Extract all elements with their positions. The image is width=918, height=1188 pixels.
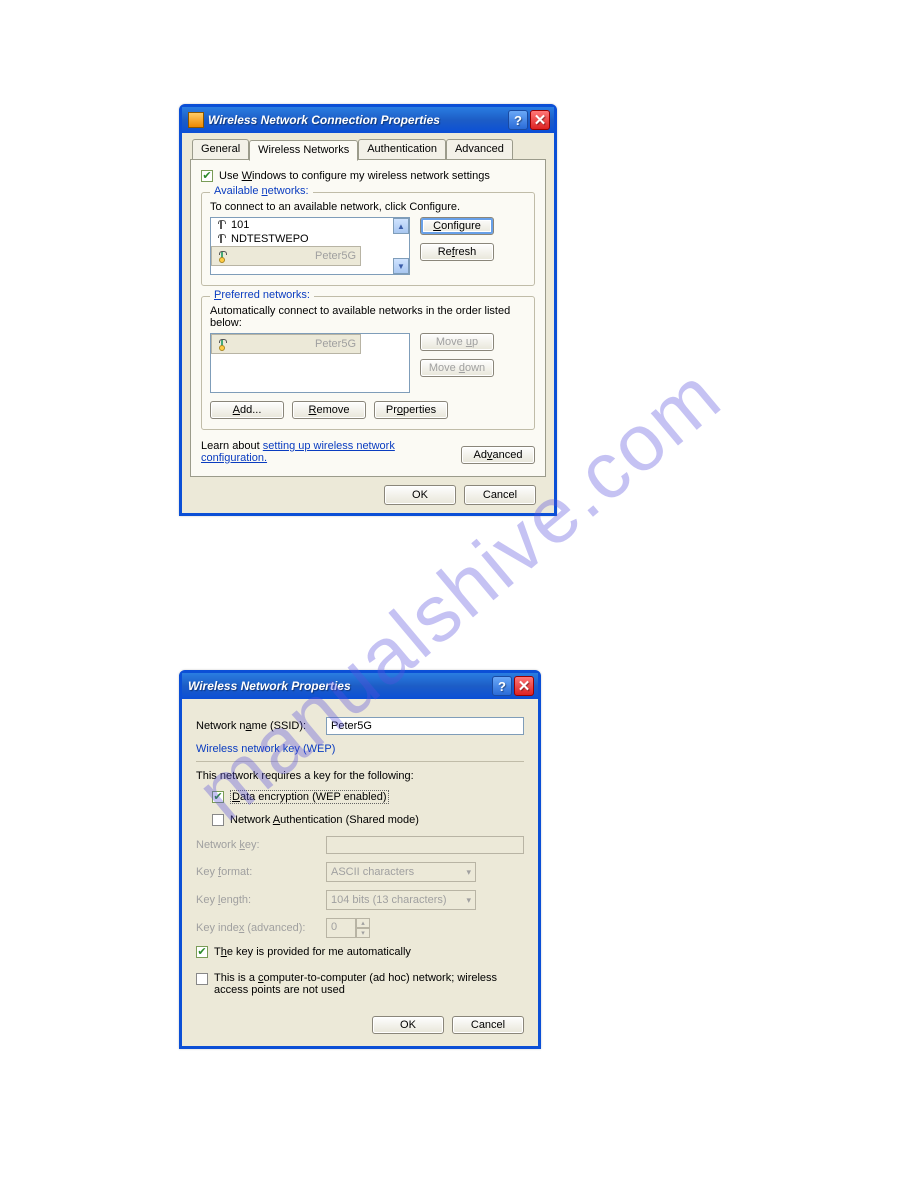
key-format-select: ASCII characters ▾ — [326, 862, 476, 882]
adhoc-checkbox[interactable]: ✔ — [196, 973, 208, 985]
advanced-button[interactable]: Advanced — [461, 446, 535, 464]
ok-button[interactable]: OK — [372, 1016, 444, 1034]
data-encryption-checkbox[interactable]: ✔ — [212, 791, 224, 803]
use-windows-checkbox[interactable]: ✔ — [201, 170, 213, 182]
remove-button[interactable]: Remove — [292, 401, 366, 419]
move-up-button[interactable]: Move up — [420, 333, 494, 351]
available-networks-list[interactable]: 101 NDTESTWEPO Peter5G ▲ ▼ — [210, 217, 410, 275]
ssid-label: Network name (SSID): — [196, 720, 326, 732]
data-encryption-label: Data encryption (WEP enabled) — [230, 790, 389, 804]
properties-button[interactable]: Properties — [374, 401, 448, 419]
network-auth-label: Network Authentication (Shared mode) — [230, 814, 419, 826]
wireless-connection-properties-dialog: Wireless Network Connection Properties ?… — [179, 104, 557, 516]
refresh-button[interactable]: Refresh — [420, 243, 494, 261]
key-format-value: ASCII characters — [331, 866, 414, 878]
tab-panel: ✔ Use Windows to configure my wireless n… — [190, 159, 546, 477]
network-key-label: Network key: — [196, 839, 326, 851]
chevron-down-icon: ▾ — [466, 895, 471, 906]
configure-button[interactable]: Configure — [420, 217, 494, 235]
scroll-down-button[interactable]: ▼ — [393, 258, 409, 274]
titlebar[interactable]: Wireless Network Connection Properties ?… — [182, 107, 554, 133]
preferred-networks-list[interactable]: Peter5G — [210, 333, 410, 393]
antenna-icon — [215, 233, 227, 245]
scroll-up-button[interactable]: ▲ — [393, 218, 409, 234]
available-networks-group: Available networks: To connect to an ava… — [201, 192, 535, 286]
wep-legend: Wireless network key (WEP) — [196, 743, 524, 755]
wep-description: This network requires a key for the foll… — [196, 770, 524, 782]
key-index-spinner: 0 ▴ ▾ — [326, 918, 370, 938]
ssid-input[interactable]: Peter5G — [326, 717, 524, 735]
key-index-label: Key index (advanced): — [196, 922, 326, 934]
tab-advanced[interactable]: Advanced — [446, 139, 513, 160]
window-title: Wireless Network Properties — [188, 679, 490, 693]
key-index-value: 0 — [326, 918, 356, 938]
window-title: Wireless Network Connection Properties — [208, 113, 506, 127]
key-length-label: Key length: — [196, 894, 326, 906]
learn-prefix: Learn about — [201, 440, 263, 452]
spinner-up-icon: ▴ — [356, 918, 370, 928]
tab-wireless-networks[interactable]: Wireless Networks — [249, 140, 358, 161]
network-key-input — [326, 836, 524, 854]
tab-general[interactable]: General — [192, 139, 249, 160]
available-legend: Available networks: — [210, 185, 313, 197]
preferred-legend: Preferred networks: — [210, 289, 314, 301]
cancel-button[interactable]: Cancel — [452, 1016, 524, 1034]
close-button[interactable]: ✕ — [514, 676, 534, 696]
network-name: Peter5G — [315, 338, 356, 350]
tab-authentication[interactable]: Authentication — [358, 139, 446, 160]
wireless-network-properties-dialog: Wireless Network Properties ? ✕ Network … — [179, 670, 541, 1049]
move-down-button[interactable]: Move down — [420, 359, 494, 377]
add-button[interactable]: Add... — [210, 401, 284, 419]
auto-key-checkbox[interactable]: ✔ — [196, 946, 208, 958]
close-button[interactable]: ✕ — [530, 110, 550, 130]
cancel-button[interactable]: Cancel — [464, 485, 536, 505]
available-instruction: To connect to an available network, clic… — [210, 201, 526, 213]
key-format-label: Key format: — [196, 866, 326, 878]
list-item[interactable]: Peter5G — [211, 334, 361, 354]
network-name: NDTESTWEPO — [231, 233, 309, 245]
ok-button[interactable]: OK — [384, 485, 456, 505]
chevron-down-icon: ▾ — [466, 867, 471, 878]
learn-text: Learn about setting up wireless network … — [201, 440, 401, 464]
adhoc-label: This is a computer-to-computer (ad hoc) … — [214, 972, 524, 996]
list-item[interactable]: 101 — [211, 218, 409, 232]
list-item[interactable]: Peter5G — [211, 246, 361, 266]
antenna-icon — [215, 219, 227, 231]
tab-strip: General Wireless Networks Authentication… — [190, 139, 546, 160]
list-item[interactable]: NDTESTWEPO — [211, 232, 409, 246]
network-name: Peter5G — [315, 250, 356, 262]
auto-key-label: The key is provided for me automatically — [214, 946, 411, 958]
network-name: 101 — [231, 219, 249, 231]
titlebar[interactable]: Wireless Network Properties ? ✕ — [182, 673, 538, 699]
preferred-instruction: Automatically connect to available netwo… — [210, 305, 526, 329]
antenna-secure-icon — [216, 250, 228, 262]
help-button[interactable]: ? — [508, 110, 528, 130]
spinner-down-icon: ▾ — [356, 928, 370, 938]
app-icon — [188, 112, 204, 128]
antenna-secure-icon — [216, 338, 228, 350]
preferred-networks-group: Preferred networks: Automatically connec… — [201, 296, 535, 430]
key-length-select: 104 bits (13 characters) ▾ — [326, 890, 476, 910]
network-auth-checkbox[interactable]: ✔ — [212, 814, 224, 826]
help-button[interactable]: ? — [492, 676, 512, 696]
use-windows-label: Use Windows to configure my wireless net… — [219, 170, 490, 182]
key-length-value: 104 bits (13 characters) — [331, 894, 447, 906]
